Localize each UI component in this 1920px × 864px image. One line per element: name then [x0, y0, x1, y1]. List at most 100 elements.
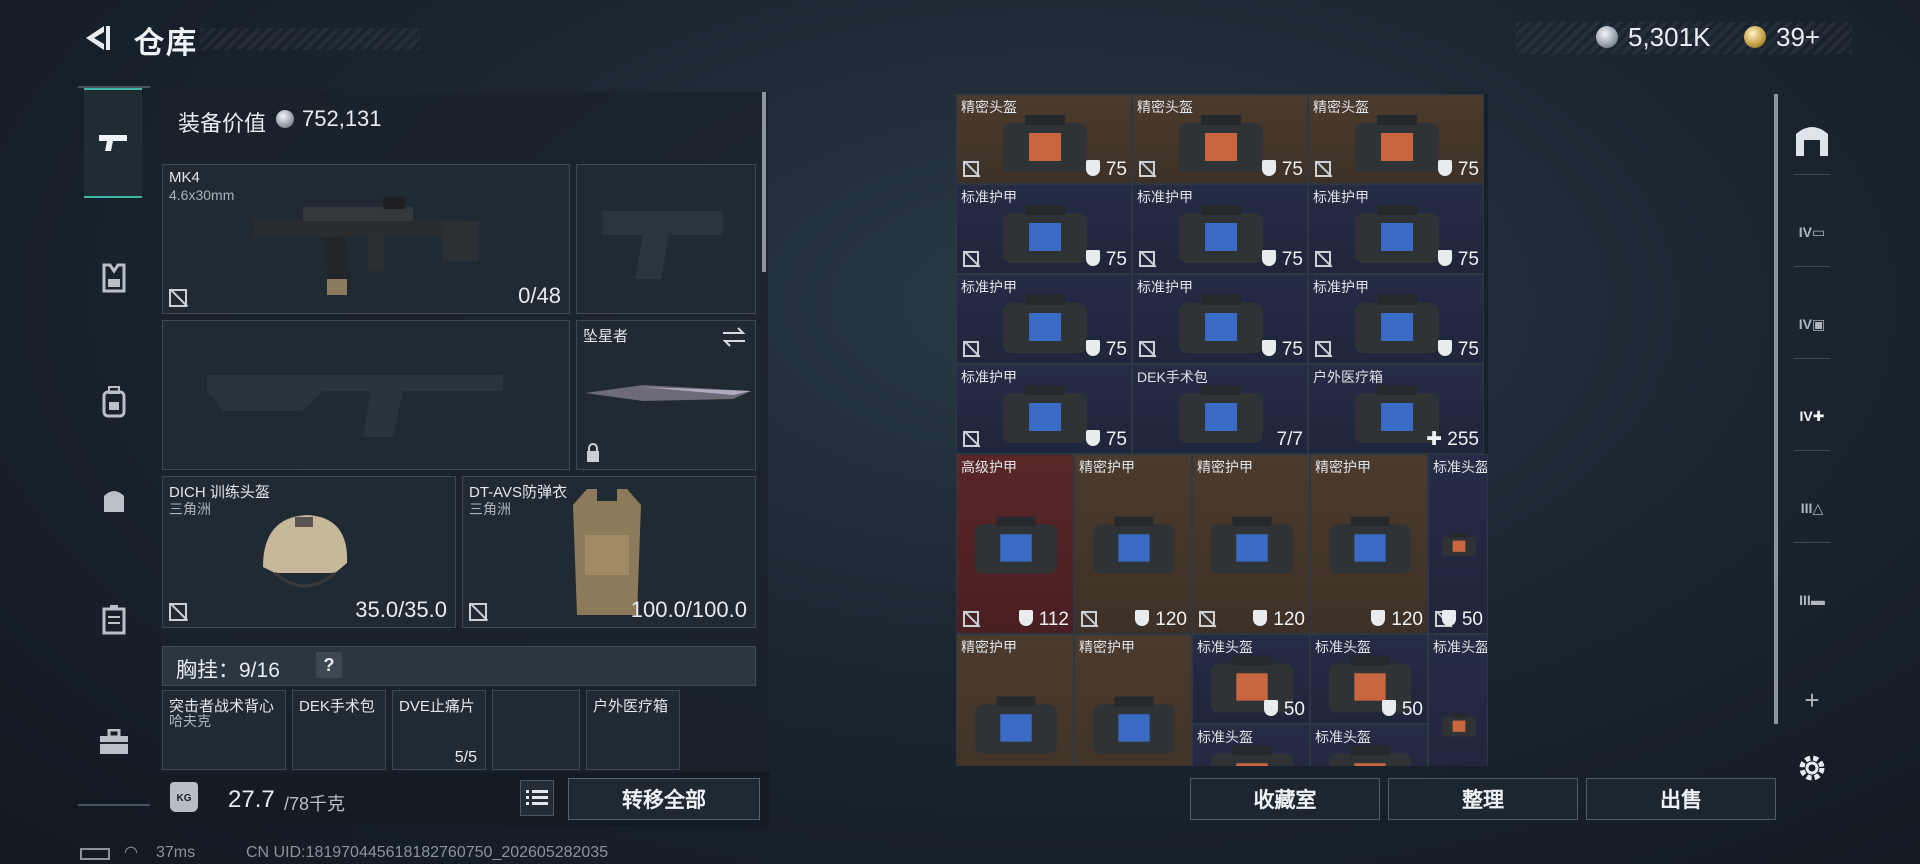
rail-tab-iii-gun[interactable]: III▬ [1788, 576, 1836, 624]
item-name: 标准护甲 [1137, 189, 1193, 205]
primary-weapon-slot[interactable]: MK4 4.6x30mm 0/48 [162, 164, 570, 314]
storage-item-cell[interactable]: 标准护甲 75 [1132, 184, 1308, 274]
backpack-icon [102, 386, 126, 418]
add-storage-button[interactable]: + [1788, 676, 1836, 724]
no-insure-icon [963, 161, 979, 177]
storage-item-cell[interactable]: 标准护甲 75 [1132, 274, 1308, 364]
settings-icon [1799, 755, 1825, 781]
chest-rig-title: 胸挂： [176, 659, 239, 682]
item-value: 75 [1261, 249, 1303, 271]
item-image [1092, 516, 1176, 574]
rail-tab-weapons[interactable] [84, 88, 142, 198]
shield-icon [1437, 340, 1452, 356]
storage-item-cell[interactable]: 户外医疗箱 ✚ 255 [1308, 364, 1484, 454]
item-value: 75 [1437, 339, 1479, 361]
transfer-all-button[interactable]: 转移全部 [568, 778, 760, 820]
storage-item-cell[interactable]: 标准头盔 50 [1428, 454, 1488, 634]
no-insure-icon [169, 289, 187, 307]
rail-tab-chest-rig[interactable] [86, 250, 142, 306]
storage-item-cell[interactable]: 精密护甲 120 [1074, 454, 1192, 634]
rail-tab-toolbox[interactable] [86, 714, 142, 770]
swap-icon[interactable] [721, 327, 747, 347]
helmet-slot[interactable]: DICH 训练头盔 三角洲 35.0/35.0 [162, 476, 456, 628]
rig-item-slot[interactable]: DEK手术包 [292, 690, 386, 770]
list-view-button[interactable] [520, 780, 554, 816]
storage-item-cell[interactable]: 标准护甲 75 [956, 364, 1132, 454]
storage-item-cell[interactable]: 标准护甲 75 [1308, 184, 1484, 274]
no-insure-icon [1139, 341, 1155, 357]
rail-tab-iii-triangle[interactable]: III△ [1788, 484, 1836, 532]
item-image [1179, 115, 1263, 173]
storage-item-cell[interactable]: 精密头盔 75 [1308, 94, 1484, 184]
storage-scrollbar[interactable] [1774, 94, 1778, 724]
rig-item-count: 5/5 [454, 749, 477, 766]
storage-item-cell[interactable]: 精密头盔 75 [1132, 94, 1308, 184]
no-insure-icon [1199, 611, 1215, 627]
item-value-text: 255 [1447, 429, 1479, 450]
item-image [974, 696, 1058, 754]
storage-item-cell[interactable]: 标准护甲 75 [956, 184, 1132, 274]
collection-button[interactable]: 收藏室 [1190, 778, 1380, 820]
medical-plus-icon: ✚ [1426, 429, 1448, 450]
helmet-sub: 三角洲 [169, 501, 211, 517]
rail-tab-bag[interactable] [86, 472, 142, 528]
no-insure-icon [1315, 161, 1331, 177]
rail-tab-iv-medical[interactable]: IV✚ [1788, 392, 1836, 440]
rail-tab-arch[interactable] [1788, 116, 1836, 164]
storage-item-cell[interactable]: 标准头盔 50 [1310, 634, 1428, 724]
rail-tab-case[interactable] [86, 592, 142, 648]
shield-icon [1085, 250, 1100, 266]
storage-item-cell[interactable]: 标准头盔 [1192, 724, 1310, 766]
item-value: 75 [1085, 159, 1127, 181]
loadout-scrollbar[interactable] [762, 92, 766, 272]
shield-icon [1261, 340, 1276, 356]
storage-item-cell[interactable]: 标准护甲 75 [956, 274, 1132, 364]
item-name: DEK手术包 [1137, 369, 1208, 385]
storage-item-cell[interactable]: 精密护甲 [1074, 634, 1192, 766]
sell-button[interactable]: 出售 [1586, 778, 1776, 820]
item-name: 精密头盔 [1313, 99, 1369, 115]
rig-item-slot[interactable]: DVE止痛片 5/5 [392, 690, 486, 770]
storage-item-cell[interactable]: 标准头盔 [1310, 724, 1428, 766]
storage-item-cell[interactable]: 精密头盔 75 [956, 94, 1132, 184]
pistol-slot[interactable] [576, 164, 756, 314]
storage-item-cell[interactable]: 精密护甲 [956, 634, 1074, 766]
item-image [1442, 713, 1476, 737]
item-value-text: 7/7 [1276, 429, 1303, 450]
secondary-weapon-slot[interactable] [162, 320, 570, 470]
storage-item-cell[interactable]: 标准护甲 75 [1308, 274, 1484, 364]
storage-item-cell[interactable]: 高级护甲 112 [956, 454, 1074, 634]
item-image [1328, 516, 1412, 574]
settings-button[interactable] [1788, 744, 1836, 792]
rig-item-slot[interactable]: 户外医疗箱 [586, 690, 680, 770]
rail-tab-backpack[interactable] [86, 374, 142, 430]
rig-item-slot[interactable]: 突击者战术背心 哈夫克 [162, 690, 286, 770]
rail-tab-iv-photo[interactable]: IV▣ [1788, 300, 1836, 348]
item-image [1003, 205, 1087, 263]
storage-item-cell[interactable]: 精密护甲 120 [1192, 454, 1310, 634]
item-value: 112 [1018, 609, 1069, 631]
item-value: 50 [1381, 699, 1423, 721]
armor-slot[interactable]: DT-AVS防弹衣 三角洲 100.0/100.0 [462, 476, 756, 628]
equip-value-label: 装备价值 [178, 111, 267, 136]
item-value-text: 75 [1457, 159, 1479, 180]
gold-amount[interactable]: 39+ [1776, 22, 1820, 53]
item-image [1355, 205, 1439, 263]
melee-slot[interactable]: 坠星者 [576, 320, 756, 470]
item-name: 户外医疗箱 [1313, 369, 1383, 385]
organize-button[interactable]: 整理 [1388, 778, 1578, 820]
item-name: 标准护甲 [961, 189, 1017, 205]
storage-item-cell[interactable]: 标准头盔 50 [1192, 634, 1310, 724]
back-button[interactable] [78, 20, 114, 56]
item-value-text: 75 [1457, 249, 1479, 270]
storage-item-cell[interactable]: DEK手术包 7/7 [1132, 364, 1308, 454]
item-value-text: 75 [1457, 339, 1479, 360]
weapon-name: MK4 [169, 169, 200, 186]
rig-item-slot[interactable] [492, 690, 580, 770]
rail-tab-iv-storage[interactable]: IV▭ [1788, 208, 1836, 256]
help-button[interactable]: ? [316, 652, 342, 678]
item-name: 标准头盔 [1433, 639, 1488, 655]
no-insure-icon [1139, 161, 1155, 177]
storage-item-cell[interactable]: 精密护甲 120 [1310, 454, 1428, 634]
storage-item-cell[interactable]: 标准头盔 [1428, 634, 1488, 766]
